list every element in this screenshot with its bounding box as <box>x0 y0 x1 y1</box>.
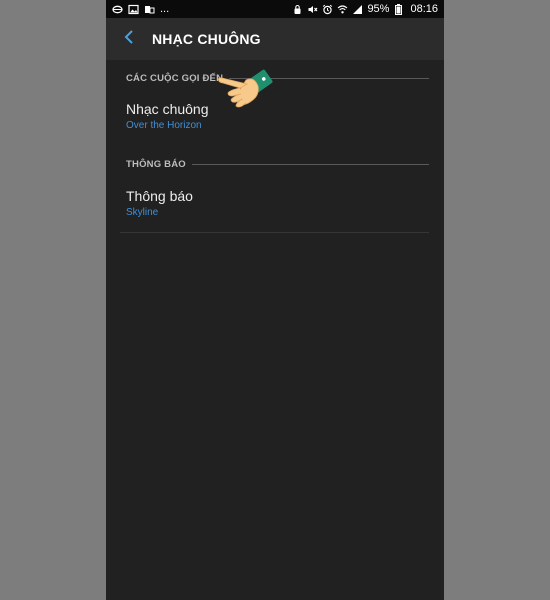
app-bar: NHẠC CHUÔNG <box>106 18 444 60</box>
ringtone-setting-title: Nhạc chuông <box>126 101 209 117</box>
alarm-icon <box>322 4 333 15</box>
image-icon <box>128 4 139 15</box>
notification-sound-setting-title: Thông báo <box>126 188 193 204</box>
chevron-left-icon <box>123 29 135 50</box>
notification-sound-setting-value: Skyline <box>126 207 159 218</box>
section-header-label: THÔNG BÁO <box>126 159 186 170</box>
sync-icon <box>112 4 123 15</box>
back-button[interactable] <box>108 18 150 60</box>
ringtone-setting-value: Over the Horizon <box>126 120 202 131</box>
status-overflow: ... <box>160 3 170 15</box>
wifi-icon <box>337 4 348 15</box>
list-divider <box>120 232 429 233</box>
section-header-label: CÁC CUỘC GỌI ĐẾN <box>126 73 224 84</box>
battery-icon <box>393 3 404 15</box>
ringtone-setting-item[interactable]: Nhạc chuông Over the Horizon <box>126 101 429 133</box>
page-title: NHẠC CHUÔNG <box>152 31 261 47</box>
status-time: 08:16 <box>410 3 438 15</box>
dual-phone-icon <box>144 4 155 15</box>
mute-icon <box>307 4 318 15</box>
section-header-incoming-calls: CÁC CUỘC GỌI ĐẾN <box>126 73 429 84</box>
battery-percent: 95% <box>367 3 390 15</box>
pointing-hand-icon <box>216 66 276 116</box>
section-divider <box>191 164 429 165</box>
alarm-lock-icon <box>292 4 303 15</box>
status-bar: ... 95% 08:16 <box>106 0 444 18</box>
section-header-notifications: THÔNG BÁO <box>126 159 429 170</box>
signal-icon <box>352 4 363 15</box>
notification-sound-setting-item[interactable]: Thông báo Skyline <box>126 188 429 220</box>
